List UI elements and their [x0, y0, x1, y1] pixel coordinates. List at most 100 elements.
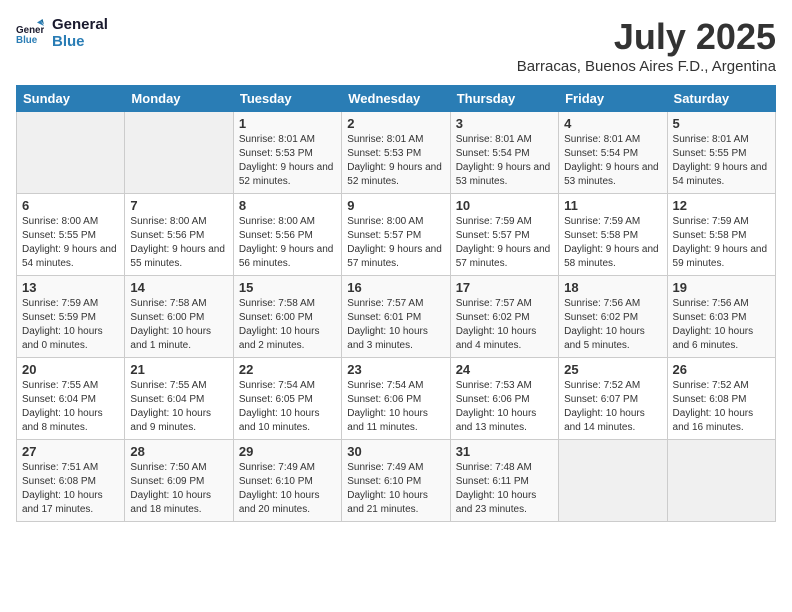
calendar-day-cell: 4 Sunrise: 8:01 AMSunset: 5:54 PMDaylight… — [559, 112, 667, 194]
calendar-day-cell: 23 Sunrise: 7:54 AMSunset: 6:06 PMDayligh… — [342, 358, 450, 440]
calendar-week-row: 27 Sunrise: 7:51 AMSunset: 6:08 PMDayligh… — [17, 440, 776, 522]
day-info: Sunrise: 7:59 AMSunset: 5:59 PMDaylight:… — [22, 297, 119, 353]
day-number: 19 — [673, 280, 770, 295]
location-subtitle: Barracas, Buenos Aires F.D., Argentina — [517, 58, 776, 75]
day-info: Sunrise: 7:58 AMSunset: 6:00 PMDaylight:… — [130, 297, 227, 353]
day-info: Sunrise: 7:59 AMSunset: 5:58 PMDaylight:… — [564, 215, 661, 271]
day-number: 30 — [347, 444, 444, 459]
logo-text-general: General — [52, 16, 108, 33]
title-block: July 2025 Barracas, Buenos Aires F.D., A… — [517, 16, 776, 75]
day-number: 29 — [239, 444, 336, 459]
calendar-week-row: 6 Sunrise: 8:00 AMSunset: 5:55 PMDaylight… — [17, 194, 776, 276]
day-info: Sunrise: 8:01 AMSunset: 5:54 PMDaylight:… — [564, 133, 661, 189]
calendar-day-cell — [125, 112, 233, 194]
logo: General Blue General Blue — [16, 16, 108, 50]
day-number: 3 — [456, 116, 553, 131]
calendar-week-row: 13 Sunrise: 7:59 AMSunset: 5:59 PMDayligh… — [17, 276, 776, 358]
calendar-day-cell: 12 Sunrise: 7:59 AMSunset: 5:58 PMDayligh… — [667, 194, 775, 276]
day-number: 13 — [22, 280, 119, 295]
calendar-day-cell: 7 Sunrise: 8:00 AMSunset: 5:56 PMDaylight… — [125, 194, 233, 276]
day-info: Sunrise: 7:49 AMSunset: 6:10 PMDaylight:… — [239, 461, 336, 517]
day-info: Sunrise: 7:59 AMSunset: 5:57 PMDaylight:… — [456, 215, 553, 271]
day-number: 2 — [347, 116, 444, 131]
day-number: 7 — [130, 198, 227, 213]
day-info: Sunrise: 8:00 AMSunset: 5:56 PMDaylight:… — [130, 215, 227, 271]
day-number: 11 — [564, 198, 661, 213]
day-number: 24 — [456, 362, 553, 377]
day-info: Sunrise: 8:01 AMSunset: 5:55 PMDaylight:… — [673, 133, 770, 189]
calendar-day-cell: 3 Sunrise: 8:01 AMSunset: 5:54 PMDaylight… — [450, 112, 558, 194]
calendar-day-cell: 6 Sunrise: 8:00 AMSunset: 5:55 PMDaylight… — [17, 194, 125, 276]
day-number: 16 — [347, 280, 444, 295]
calendar-day-cell: 11 Sunrise: 7:59 AMSunset: 5:58 PMDayligh… — [559, 194, 667, 276]
calendar-day-cell — [667, 440, 775, 522]
day-number: 20 — [22, 362, 119, 377]
calendar-day-cell: 16 Sunrise: 7:57 AMSunset: 6:01 PMDayligh… — [342, 276, 450, 358]
day-number: 12 — [673, 198, 770, 213]
calendar-day-cell: 20 Sunrise: 7:55 AMSunset: 6:04 PMDayligh… — [17, 358, 125, 440]
day-number: 23 — [347, 362, 444, 377]
day-info: Sunrise: 7:57 AMSunset: 6:02 PMDaylight:… — [456, 297, 553, 353]
day-number: 10 — [456, 198, 553, 213]
calendar-day-cell: 13 Sunrise: 7:59 AMSunset: 5:59 PMDayligh… — [17, 276, 125, 358]
svg-text:Blue: Blue — [16, 35, 38, 46]
day-number: 5 — [673, 116, 770, 131]
weekday-header: Sunday — [17, 86, 125, 112]
day-info: Sunrise: 7:55 AMSunset: 6:04 PMDaylight:… — [130, 379, 227, 435]
day-info: Sunrise: 8:00 AMSunset: 5:57 PMDaylight:… — [347, 215, 444, 271]
day-info: Sunrise: 7:56 AMSunset: 6:03 PMDaylight:… — [673, 297, 770, 353]
day-number: 17 — [456, 280, 553, 295]
logo-icon: General Blue — [16, 19, 44, 47]
day-info: Sunrise: 7:55 AMSunset: 6:04 PMDaylight:… — [22, 379, 119, 435]
day-number: 6 — [22, 198, 119, 213]
weekday-header: Monday — [125, 86, 233, 112]
day-info: Sunrise: 8:01 AMSunset: 5:53 PMDaylight:… — [239, 133, 336, 189]
day-number: 4 — [564, 116, 661, 131]
calendar-day-cell: 18 Sunrise: 7:56 AMSunset: 6:02 PMDayligh… — [559, 276, 667, 358]
calendar-header-row: SundayMondayTuesdayWednesdayThursdayFrid… — [17, 86, 776, 112]
day-number: 25 — [564, 362, 661, 377]
day-info: Sunrise: 7:56 AMSunset: 6:02 PMDaylight:… — [564, 297, 661, 353]
day-number: 9 — [347, 198, 444, 213]
day-number: 1 — [239, 116, 336, 131]
day-info: Sunrise: 7:59 AMSunset: 5:58 PMDaylight:… — [673, 215, 770, 271]
day-info: Sunrise: 8:00 AMSunset: 5:55 PMDaylight:… — [22, 215, 119, 271]
calendar-day-cell: 29 Sunrise: 7:49 AMSunset: 6:10 PMDayligh… — [233, 440, 341, 522]
calendar-table: SundayMondayTuesdayWednesdayThursdayFrid… — [16, 85, 776, 522]
day-info: Sunrise: 7:58 AMSunset: 6:00 PMDaylight:… — [239, 297, 336, 353]
day-number: 27 — [22, 444, 119, 459]
calendar-day-cell: 22Sunrise: 7:54 AMSunset: 6:05 PMDayligh… — [233, 358, 341, 440]
calendar-day-cell: 30Sunrise: 7:49 AMSunset: 6:10 PMDayligh… — [342, 440, 450, 522]
day-number: 26 — [673, 362, 770, 377]
calendar-day-cell: 26 Sunrise: 7:52 AMSunset: 6:08 PMDayligh… — [667, 358, 775, 440]
day-info: Sunrise: 7:54 AMSunset: 6:06 PMDaylight:… — [347, 379, 444, 435]
day-info: Sunrise: 7:48 AMSunset: 6:11 PMDaylight:… — [456, 461, 553, 517]
day-number: 28 — [130, 444, 227, 459]
calendar-day-cell: 10 Sunrise: 7:59 AMSunset: 5:57 PMDayligh… — [450, 194, 558, 276]
day-number: 18 — [564, 280, 661, 295]
day-info: Sunrise: 7:52 AMSunset: 6:07 PMDaylight:… — [564, 379, 661, 435]
page-header: General Blue General Blue July 2025 Barr… — [16, 16, 776, 75]
calendar-day-cell: 15 Sunrise: 7:58 AMSunset: 6:00 PMDayligh… — [233, 276, 341, 358]
day-number: 21 — [130, 362, 227, 377]
weekday-header: Friday — [559, 86, 667, 112]
day-number: 31 — [456, 444, 553, 459]
day-info: Sunrise: 7:54 AMSunset: 6:05 PMDaylight:… — [239, 379, 336, 435]
calendar-day-cell: 25 Sunrise: 7:52 AMSunset: 6:07 PMDayligh… — [559, 358, 667, 440]
calendar-day-cell: 19 Sunrise: 7:56 AMSunset: 6:03 PMDayligh… — [667, 276, 775, 358]
day-info: Sunrise: 8:01 AMSunset: 5:54 PMDaylight:… — [456, 133, 553, 189]
day-info: Sunrise: 7:57 AMSunset: 6:01 PMDaylight:… — [347, 297, 444, 353]
weekday-header: Thursday — [450, 86, 558, 112]
day-info: Sunrise: 7:51 AMSunset: 6:08 PMDaylight:… — [22, 461, 119, 517]
calendar-week-row: 1 Sunrise: 8:01 AMSunset: 5:53 PMDaylight… — [17, 112, 776, 194]
calendar-day-cell: 5 Sunrise: 8:01 AMSunset: 5:55 PMDaylight… — [667, 112, 775, 194]
calendar-day-cell: 1 Sunrise: 8:01 AMSunset: 5:53 PMDaylight… — [233, 112, 341, 194]
calendar-day-cell: 27 Sunrise: 7:51 AMSunset: 6:08 PMDayligh… — [17, 440, 125, 522]
month-title: July 2025 — [517, 16, 776, 58]
day-number: 15 — [239, 280, 336, 295]
calendar-day-cell: 28Sunrise: 7:50 AMSunset: 6:09 PMDayligh… — [125, 440, 233, 522]
calendar-week-row: 20 Sunrise: 7:55 AMSunset: 6:04 PMDayligh… — [17, 358, 776, 440]
calendar-day-cell: 8Sunrise: 8:00 AMSunset: 5:56 PMDaylight… — [233, 194, 341, 276]
calendar-day-cell: 31 Sunrise: 7:48 AMSunset: 6:11 PMDayligh… — [450, 440, 558, 522]
day-info: Sunrise: 7:52 AMSunset: 6:08 PMDaylight:… — [673, 379, 770, 435]
